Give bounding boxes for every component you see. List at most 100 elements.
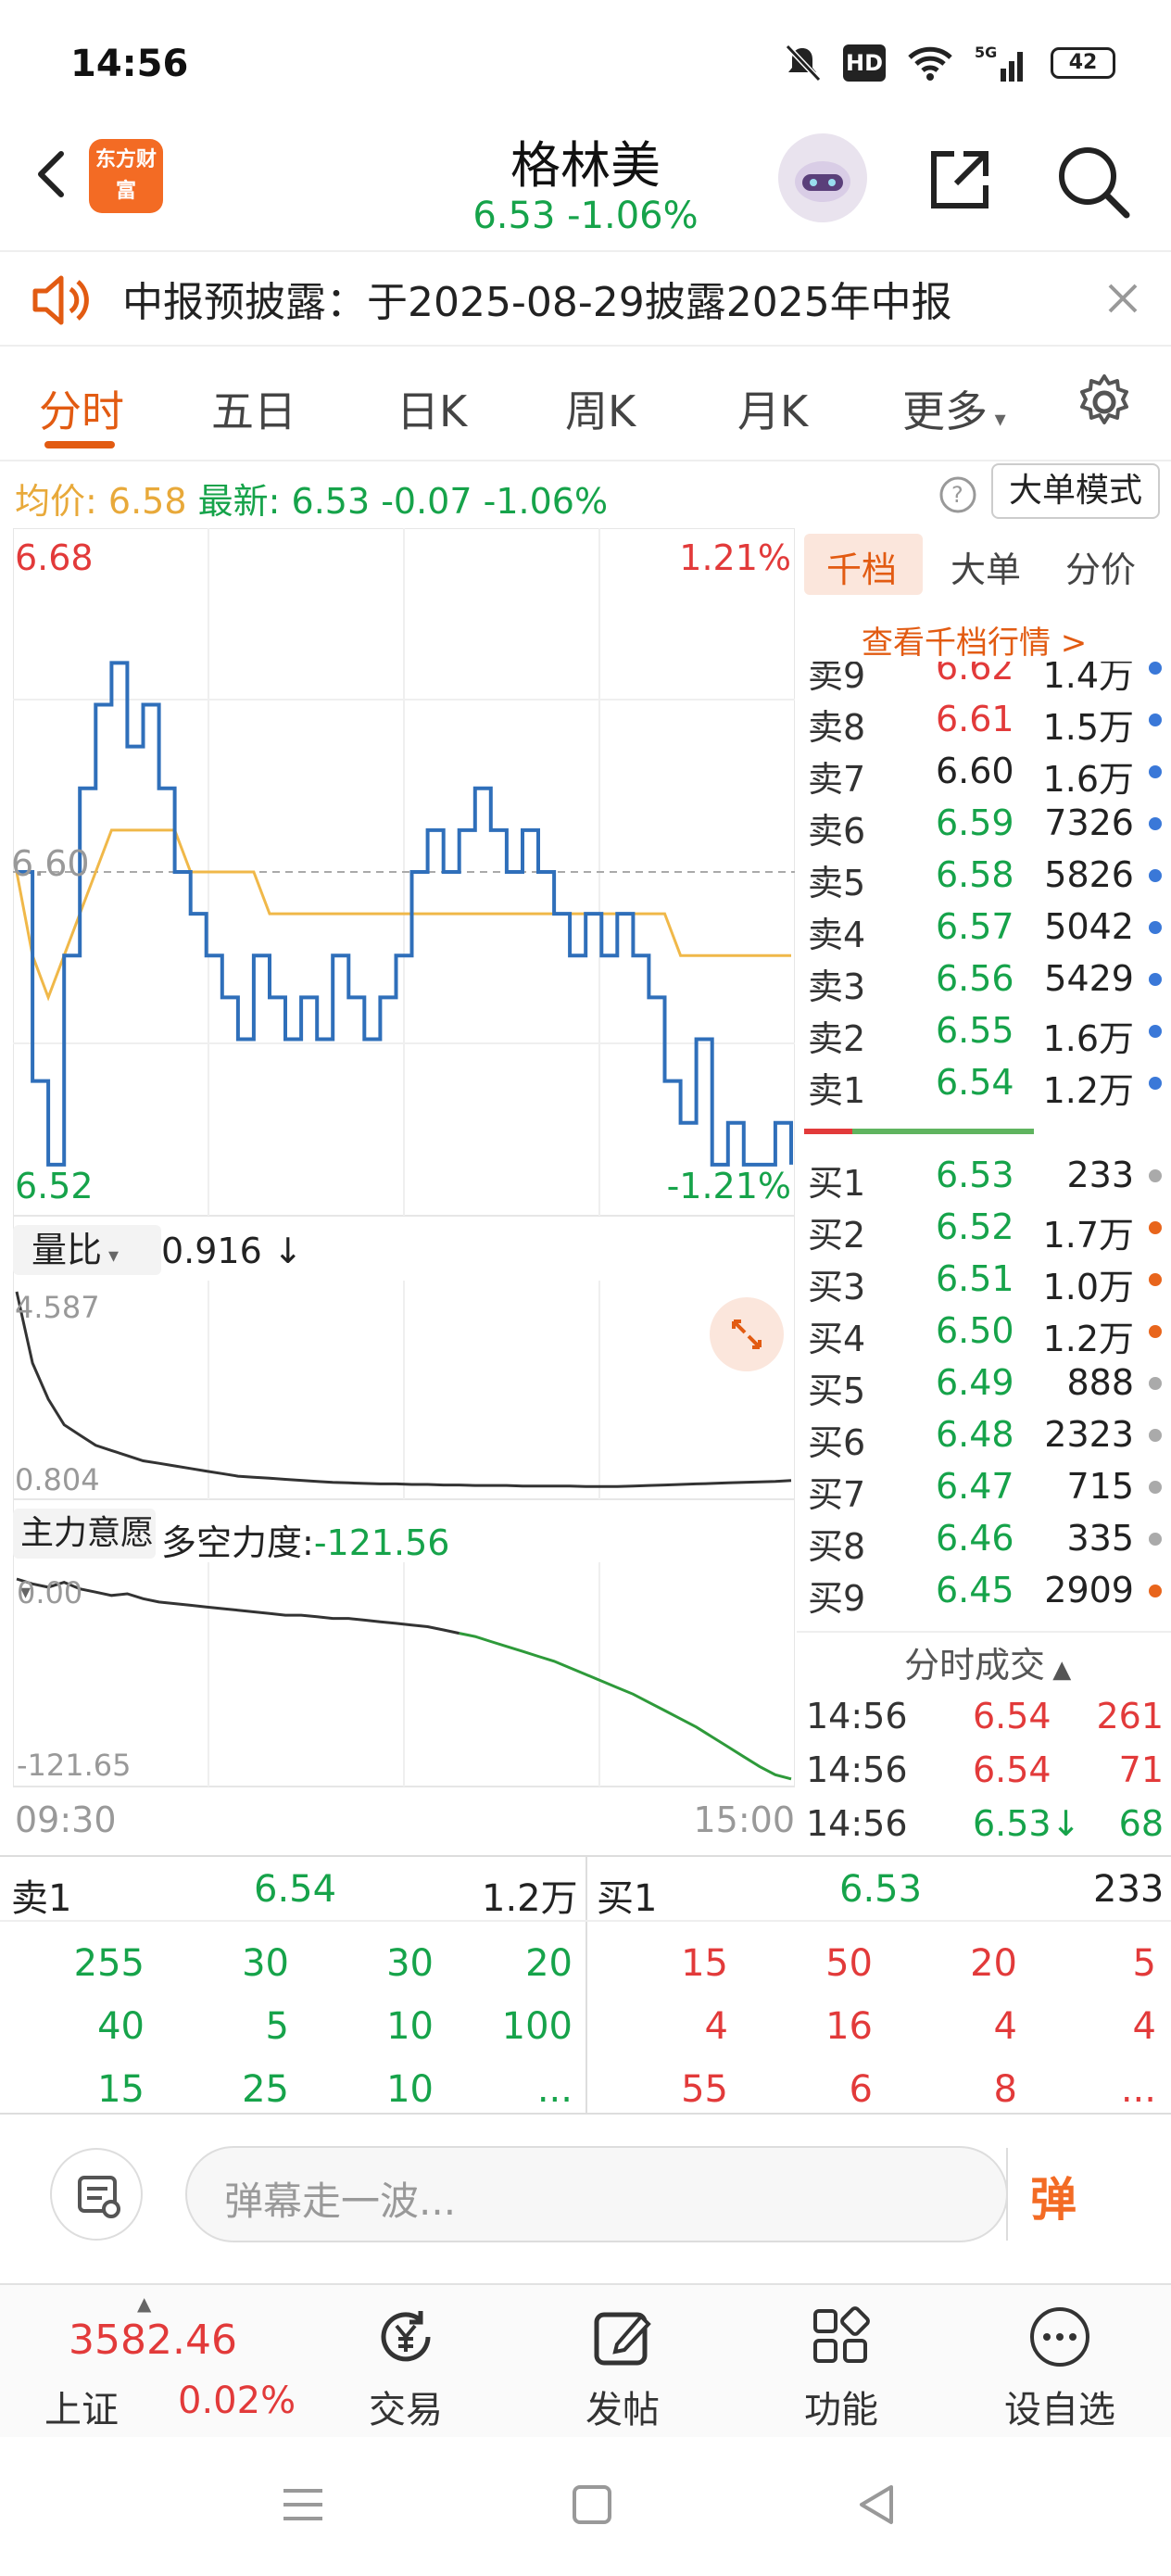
triangle-up-icon: ▲: [1045, 1656, 1072, 1684]
force-bottom-label: -121.65: [17, 1748, 132, 1783]
tab-monthly-k[interactable]: 月K: [737, 378, 808, 439]
settings-gear-icon[interactable]: [1075, 373, 1134, 432]
sell-row[interactable]: 卖6 6.59 7326: [797, 797, 1167, 852]
buy-row[interactable]: 买8 6.46 335: [797, 1512, 1167, 1567]
tab-level-thousand[interactable]: 千档: [826, 541, 897, 592]
index-ticker[interactable]: ▲ 3582.46 上证 0.02%: [37, 2285, 296, 2439]
sell-price: 6.61: [936, 699, 1014, 739]
tab-price-distribution[interactable]: 分价: [1065, 541, 1136, 592]
sell-price: 6.60: [936, 751, 1014, 791]
announcement-banner[interactable]: 中报预披露：于2025-08-29披露2025年中报: [0, 250, 1171, 347]
view-level-quotes-link[interactable]: 查看千档行情 >: [862, 617, 1087, 663]
expand-chart-button[interactable]: [710, 1297, 784, 1371]
close-icon[interactable]: [1104, 280, 1141, 317]
buy-row[interactable]: 买6 6.48 2323: [797, 1408, 1167, 1463]
sell-row[interactable]: 卖2 6.55 1.6万: [797, 1004, 1167, 1059]
big-order-mode-button[interactable]: 大单模式: [991, 463, 1160, 519]
buy-level-label: 买3: [808, 1267, 866, 1307]
tab-big-order[interactable]: 大单: [951, 541, 1021, 592]
sell-level-label: 卖1: [808, 1070, 866, 1111]
danmu-input[interactable]: 弹幕走一波...: [185, 2146, 1008, 2242]
danmu-send-button[interactable]: 弹: [1030, 2163, 1077, 2229]
system-navigation-bar: [0, 2437, 1171, 2576]
tab-daily-k[interactable]: 日K: [397, 378, 467, 439]
buy-ratio-bar: [852, 1129, 1034, 1134]
buy-queue-order: 4: [704, 2005, 728, 2048]
buy-price: 6.45: [936, 1570, 1014, 1610]
nav-post[interactable]: 发帖: [530, 2285, 715, 2439]
vol-ratio-label: 量比: [31, 1230, 103, 1270]
buy-price: 6.53: [936, 1155, 1014, 1195]
latest-label: 最新:: [197, 481, 281, 522]
menu-lines-icon[interactable]: [280, 2481, 326, 2528]
order-source-dot-icon: [1149, 973, 1162, 986]
triangle-up-icon: ▲: [137, 2292, 152, 2315]
buy-row[interactable]: 买1 6.53 233: [797, 1149, 1167, 1204]
help-icon[interactable]: ?: [938, 474, 978, 515]
nav-post-label: 发帖: [586, 2389, 660, 2431]
clock: 14:56: [70, 43, 189, 85]
intraday-chart[interactable]: 6.68 1.21% 6.60 6.52 -1.21% 量比 ▾ 0.916 ↓…: [11, 527, 796, 1840]
tab-five-day[interactable]: 五日: [211, 378, 296, 439]
sell-queue-order: 25: [242, 2068, 289, 2111]
ai-assistant-avatar[interactable]: [778, 133, 867, 222]
sell-level-label: 卖6: [808, 811, 866, 852]
sell-row[interactable]: 卖3 6.56 5429: [797, 953, 1167, 1007]
home-square-icon[interactable]: [569, 2481, 615, 2528]
dropdown-triangle-icon: ▾: [102, 1244, 120, 1268]
buy-row[interactable]: 买9 6.45 2909: [797, 1564, 1167, 1619]
comment-bar: 弹幕走一波... 弹: [0, 2113, 1171, 2283]
buy-row[interactable]: 买5 6.49 888: [797, 1357, 1167, 1411]
battery-icon: 42: [1051, 47, 1115, 79]
avg-price: 均价: 6.58 最新: 6.53 -0.07 -1.06%: [15, 473, 608, 524]
buy-price: 6.51: [936, 1258, 1014, 1299]
vol-ratio-min-label: 0.804: [15, 1462, 100, 1497]
bottom-navigation: ▲ 3582.46 上证 0.02% 交易 发帖 功能 设自选: [0, 2283, 1171, 2437]
tab-weekly-k[interactable]: 周K: [565, 378, 636, 439]
order-book-panel: 千档 大单 分价 查看千档行情 > 卖9 6.62 1.4万 卖8 6.61 1.5万卖7…: [797, 528, 1171, 1853]
buy-row[interactable]: 买2 6.52 1.7万: [797, 1201, 1167, 1256]
back-triangle-icon[interactable]: [854, 2481, 900, 2528]
mute-bell-icon: [785, 44, 822, 82]
sell-row[interactable]: 卖1 6.54 1.2万: [797, 1056, 1167, 1111]
main-intent-label: 主力意愿: [20, 1514, 155, 1552]
tick-volume: 71: [1118, 1749, 1164, 1790]
sell-row[interactable]: 卖9 6.62 1.4万: [797, 662, 1167, 696]
sell-queue-order: 255: [73, 1942, 145, 1985]
sell-volume: 7326: [1044, 802, 1134, 843]
nav-trade[interactable]: 交易: [313, 2285, 498, 2439]
main-intent-selector[interactable]: 主力意愿 ▾: [13, 1509, 156, 1604]
nav-add-watchlist[interactable]: 设自选: [967, 2285, 1152, 2439]
danmu-settings-button[interactable]: [50, 2148, 143, 2241]
tab-more[interactable]: 更多 ▾: [902, 378, 1006, 439]
buy-row[interactable]: 买4 6.50 1.2万: [797, 1305, 1167, 1359]
order-source-dot-icon: [1149, 662, 1162, 675]
sell-price: 6.62: [936, 662, 1014, 688]
sell-row[interactable]: 卖5 6.58 5826: [797, 849, 1167, 903]
sell1-price: 6.54: [254, 1868, 337, 1911]
buy-row[interactable]: 买7 6.47 715: [797, 1460, 1167, 1515]
sell-row[interactable]: 卖4 6.57 5042: [797, 901, 1167, 955]
order-source-dot-icon: [1149, 1221, 1162, 1234]
sell-queue-order: 100: [501, 2005, 573, 2048]
nav-functions[interactable]: 功能: [749, 2285, 934, 2439]
stock-header: 东方财富 格林美 6.53 -1.06%: [0, 120, 1171, 250]
buy-row[interactable]: 买3 6.51 1.0万: [797, 1253, 1167, 1307]
search-icon[interactable]: [1054, 143, 1132, 221]
sell-level-label: 卖7: [808, 759, 866, 800]
buy-level-label: 买5: [808, 1370, 866, 1411]
vol-ratio-selector[interactable]: 量比 ▾: [13, 1225, 161, 1275]
buy-level-label: 买6: [808, 1422, 866, 1463]
sell-row[interactable]: 卖8 6.61 1.5万: [797, 693, 1167, 748]
tab-intraday[interactable]: 分时: [39, 378, 124, 439]
share-icon[interactable]: [923, 143, 997, 217]
order-source-dot-icon: [1149, 1273, 1162, 1286]
tick-row: 14:56 6.54 261: [797, 1690, 1167, 1742]
buy-level-label: 买9: [808, 1578, 866, 1619]
svg-text:?: ?: [951, 482, 963, 508]
sell-row[interactable]: 卖7 6.60 1.6万: [797, 745, 1167, 800]
ticks-header[interactable]: 分时成交 ▲: [904, 1636, 1071, 1687]
change-value: -0.07: [381, 481, 472, 522]
time-end-label: 15:00: [693, 1799, 795, 1840]
buy-level-label: 买7: [808, 1474, 866, 1515]
